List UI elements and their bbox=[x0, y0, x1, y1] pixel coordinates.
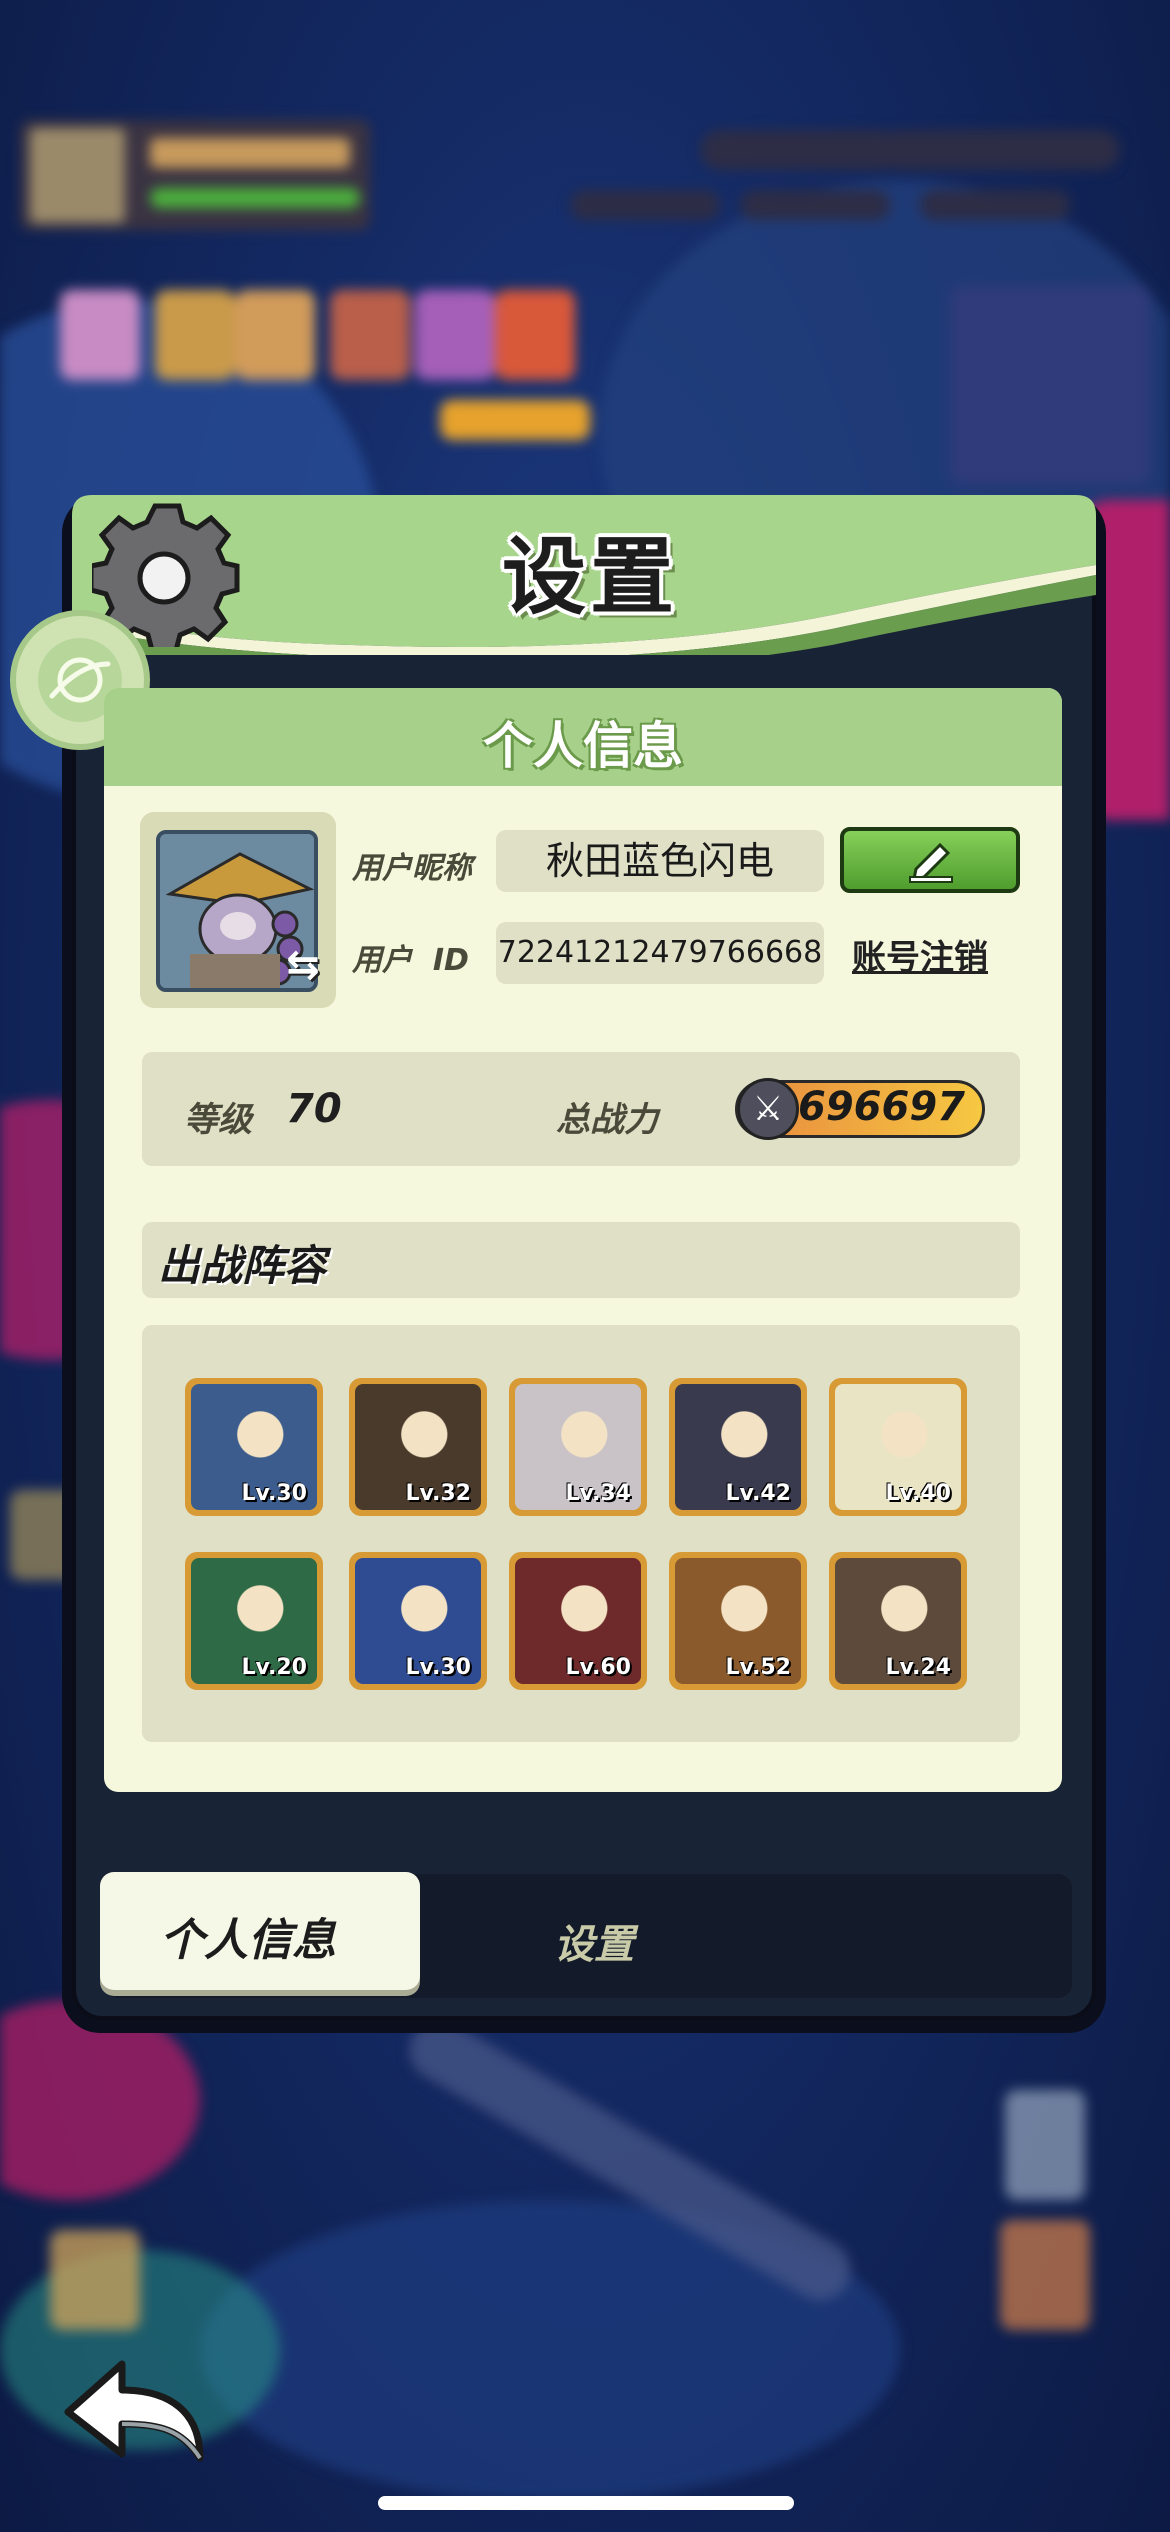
hero-portrait: Lv.60 bbox=[515, 1558, 641, 1684]
nickname-label: 用户昵称 bbox=[352, 851, 472, 886]
hero-card[interactable]: Lv.30 bbox=[185, 1378, 323, 1516]
level-value: 70 bbox=[286, 1086, 342, 1132]
pencil-icon bbox=[909, 842, 953, 883]
hero-level: Lv.32 bbox=[405, 1481, 471, 1506]
swap-icon[interactable]: ⇆ bbox=[282, 944, 324, 986]
card-title: 个人信息 bbox=[483, 717, 683, 775]
hero-portrait: Lv.20 bbox=[191, 1558, 317, 1684]
hero-level: Lv.52 bbox=[725, 1655, 791, 1680]
hero-card[interactable]: Lv.24 bbox=[829, 1552, 967, 1690]
hero-portrait: Lv.32 bbox=[355, 1384, 481, 1510]
hero-level: Lv.24 bbox=[885, 1655, 951, 1680]
hero-portrait: Lv.30 bbox=[355, 1558, 481, 1684]
card-header: 个人信息 bbox=[104, 688, 1062, 786]
hero-portrait: Lv.30 bbox=[191, 1384, 317, 1510]
crossed-swords-icon: ⚔ bbox=[737, 1078, 799, 1140]
home-indicator[interactable] bbox=[378, 2496, 794, 2510]
power-label: 总战力 bbox=[556, 1100, 658, 1140]
hero-portrait: Lv.40 bbox=[835, 1384, 961, 1510]
hero-level: Lv.60 bbox=[565, 1655, 631, 1680]
hero-card[interactable]: Lv.52 bbox=[669, 1552, 807, 1690]
level-label: 等级 bbox=[184, 1100, 252, 1140]
nickname-field: 秋田蓝色闪电 bbox=[496, 830, 824, 892]
hero-level: Lv.40 bbox=[885, 1481, 951, 1506]
hero-card[interactable]: Lv.30 bbox=[349, 1552, 487, 1690]
hero-card[interactable]: Lv.20 bbox=[185, 1552, 323, 1690]
tab-personal-info-label: 个人信息 bbox=[160, 1915, 336, 1966]
hero-level: Lv.20 bbox=[241, 1655, 307, 1680]
hero-card[interactable]: Lv.42 bbox=[669, 1378, 807, 1516]
hero-portrait: Lv.42 bbox=[675, 1384, 801, 1510]
hero-level: Lv.30 bbox=[405, 1655, 471, 1680]
hero-level: Lv.34 bbox=[565, 1481, 631, 1506]
hero-portrait: Lv.34 bbox=[515, 1384, 641, 1510]
user-id-label: 用户 ID bbox=[352, 943, 469, 978]
edit-nickname-button[interactable] bbox=[840, 827, 1020, 893]
hero-card[interactable]: Lv.40 bbox=[829, 1378, 967, 1516]
back-arrow-icon bbox=[64, 2360, 204, 2462]
hero-card[interactable]: Lv.32 bbox=[349, 1378, 487, 1516]
hero-portrait: Lv.52 bbox=[675, 1558, 801, 1684]
hero-portrait: Lv.24 bbox=[835, 1558, 961, 1684]
hero-card[interactable]: Lv.34 bbox=[509, 1378, 647, 1516]
tab-settings[interactable]: 设置 bbox=[554, 1912, 634, 1970]
lineup-title: 出战阵容 bbox=[158, 1241, 327, 1290]
deactivate-account-link[interactable]: 账号注销 bbox=[852, 930, 988, 979]
hero-level: Lv.30 bbox=[241, 1481, 307, 1506]
back-button[interactable] bbox=[60, 2350, 210, 2470]
hero-level: Lv.42 bbox=[725, 1481, 791, 1506]
dialog-title: 设置 bbox=[501, 528, 678, 626]
power-value: 696697 bbox=[798, 1084, 965, 1130]
hero-card[interactable]: Lv.60 bbox=[509, 1552, 647, 1690]
user-id-field: 72241212479766668 bbox=[496, 922, 824, 984]
